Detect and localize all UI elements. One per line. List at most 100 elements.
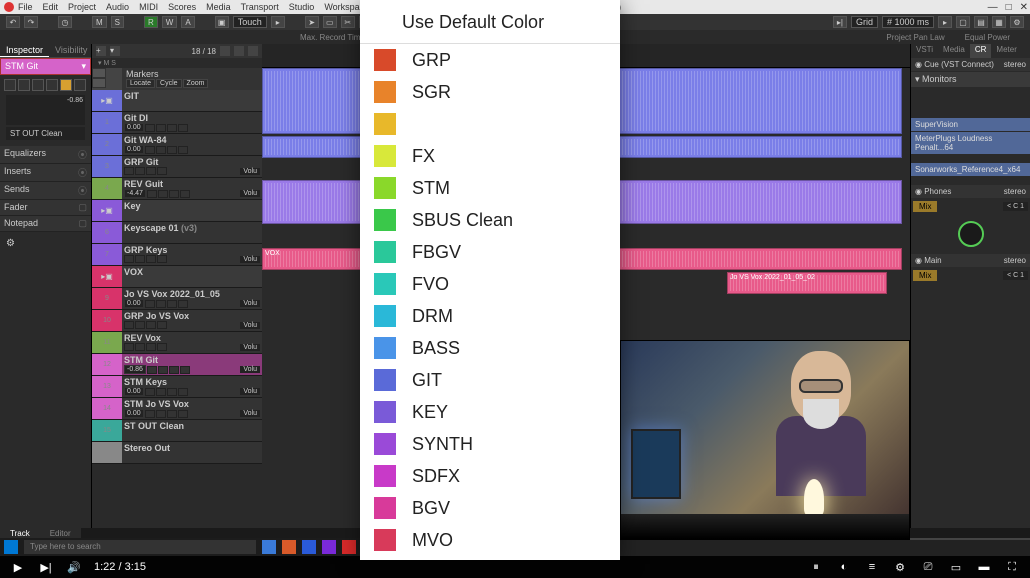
theater-icon[interactable]: ▬: [976, 559, 992, 575]
menu-edit[interactable]: Edit: [43, 2, 59, 12]
track-row[interactable]: 12STM Git-0.86Volu: [92, 354, 262, 376]
taskbar-app4-icon[interactable]: [322, 540, 336, 554]
color-menu-item[interactable]: [360, 108, 620, 140]
track-row[interactable]: 14STM Jo VS Vox0.00Volu: [92, 398, 262, 420]
window-minimize-icon[interactable]: —: [988, 2, 998, 13]
menu-scores[interactable]: Scores: [168, 2, 196, 12]
tab-media[interactable]: Media: [938, 44, 970, 58]
tool-arrow[interactable]: ▸: [271, 16, 285, 28]
track-vol[interactable]: Volu: [240, 256, 260, 263]
tool-config[interactable]: ⚙: [1010, 16, 1024, 28]
track-s[interactable]: [156, 146, 166, 154]
insp-write[interactable]: [46, 79, 58, 91]
taskbar-app3-icon[interactable]: [302, 540, 316, 554]
audio-clip[interactable]: Jo VS Vox 2022_01_05_02: [727, 272, 887, 294]
track-vol[interactable]: Volu: [240, 190, 260, 197]
tb-ext1[interactable]: ▸: [938, 16, 952, 28]
track-s[interactable]: [135, 343, 145, 351]
track-handle[interactable]: ▸▣: [92, 266, 122, 287]
tb-ext2[interactable]: ▢: [956, 16, 970, 28]
phones-mix[interactable]: Mix: [913, 201, 937, 212]
inspector-output[interactable]: ST OUT Clean: [6, 127, 85, 140]
color-menu-item[interactable]: SDFX: [360, 460, 620, 492]
captions-icon[interactable]: ≡: [864, 559, 880, 575]
track-vol[interactable]: Volu: [240, 300, 260, 307]
color-menu-item[interactable]: FVO: [360, 268, 620, 300]
menu-audio[interactable]: Audio: [106, 2, 129, 12]
track-vol[interactable]: Volu: [240, 388, 260, 395]
track-row[interactable]: 2Git WA-840.00: [92, 134, 262, 156]
track-db[interactable]: 0.00: [124, 123, 144, 132]
tool-pointer[interactable]: ➤: [305, 16, 319, 28]
track-row[interactable]: ▸▣GIT: [92, 90, 262, 112]
track-w[interactable]: [178, 388, 188, 396]
menu-project[interactable]: Project: [68, 2, 96, 12]
tool-range[interactable]: ▭: [323, 16, 337, 28]
track-w[interactable]: [178, 410, 188, 418]
tab-meter[interactable]: Meter: [991, 44, 1021, 58]
window-close-icon[interactable]: ✕: [1020, 2, 1028, 13]
color-menu-item[interactable]: SGR: [360, 76, 620, 108]
track-r[interactable]: [146, 167, 156, 175]
track-s[interactable]: [156, 388, 166, 396]
tab-cr[interactable]: CR: [970, 44, 992, 58]
track-m[interactable]: [145, 388, 155, 396]
section-inserts[interactable]: Inserts⦿: [0, 164, 91, 182]
phones-row[interactable]: ◉ Phonesstereo: [911, 185, 1030, 198]
window-maximize-icon[interactable]: □: [1006, 2, 1012, 13]
track-r[interactable]: [167, 388, 177, 396]
track-m[interactable]: [145, 300, 155, 308]
play-icon[interactable]: ▶: [10, 559, 26, 575]
track-handle[interactable]: 9: [92, 288, 122, 309]
phones-c1[interactable]: < C 1: [1003, 202, 1028, 211]
taskbar-explorer-icon[interactable]: [262, 540, 276, 554]
track-s[interactable]: [156, 410, 166, 418]
marker-zoom[interactable]: Zoom: [183, 79, 209, 88]
snap-btn[interactable]: ▸|: [833, 16, 847, 28]
track-m[interactable]: [147, 190, 157, 198]
settings-gear-icon[interactable]: ⚙: [892, 559, 908, 575]
track-handle[interactable]: 2: [92, 134, 122, 155]
track-r[interactable]: [169, 190, 179, 198]
track-r[interactable]: [146, 255, 156, 263]
color-menu-item[interactable]: KEY: [360, 396, 620, 428]
track-handle[interactable]: ▸▣: [92, 200, 122, 221]
track-row[interactable]: 11REV VoxVolu: [92, 332, 262, 354]
taskbar-app5-icon[interactable]: [342, 540, 356, 554]
section-fader[interactable]: Fader▢: [0, 200, 91, 216]
section-sends[interactable]: Sends⦿: [0, 182, 91, 200]
undo-btn[interactable]: ↶: [6, 16, 20, 28]
track-s[interactable]: [135, 321, 145, 329]
quantize-value[interactable]: # 1000 ms: [882, 16, 934, 28]
track-row[interactable]: ▸▣Key: [92, 200, 262, 222]
track-w[interactable]: [178, 124, 188, 132]
section-notepad[interactable]: Notepad▢: [0, 216, 91, 232]
track-handle[interactable]: 11: [92, 332, 122, 353]
monitors-header[interactable]: ▾ Monitors: [911, 72, 1030, 87]
menu-media[interactable]: Media: [206, 2, 231, 12]
track-w[interactable]: [157, 321, 167, 329]
tab-vsti[interactable]: VSTi: [911, 44, 938, 58]
insp-rec[interactable]: [74, 79, 86, 91]
track-handle[interactable]: 13: [92, 376, 122, 397]
track-m[interactable]: [147, 366, 157, 374]
track-r[interactable]: [146, 321, 156, 329]
windows-start-icon[interactable]: [4, 540, 18, 554]
automation-mode[interactable]: Touch: [233, 16, 267, 28]
snap-type[interactable]: Grid: [851, 16, 878, 28]
track-row[interactable]: 10GRP Jo VS VoxVolu: [92, 310, 262, 332]
track-w[interactable]: [178, 300, 188, 308]
color-menu-item[interactable]: STM: [360, 172, 620, 204]
tool-split[interactable]: ✂: [341, 16, 355, 28]
cue-row[interactable]: ◉ Cue (VST Connect)stereo: [911, 58, 1030, 71]
track-row[interactable]: 7GRP KeysVolu: [92, 244, 262, 266]
track-handle[interactable]: 10: [92, 310, 122, 331]
fullscreen-icon[interactable]: ⛶: [1004, 559, 1020, 575]
track-m[interactable]: [124, 321, 134, 329]
track-r[interactable]: [146, 343, 156, 351]
miniplayer-icon[interactable]: ▭: [948, 559, 964, 575]
inspector-channel-name[interactable]: STM Git▾: [0, 58, 91, 75]
track-handle[interactable]: 15: [92, 420, 122, 441]
track-db[interactable]: 0.00: [124, 409, 144, 418]
track-row[interactable]: 9Jo VS Vox 2022_01_050.00Volu: [92, 288, 262, 310]
